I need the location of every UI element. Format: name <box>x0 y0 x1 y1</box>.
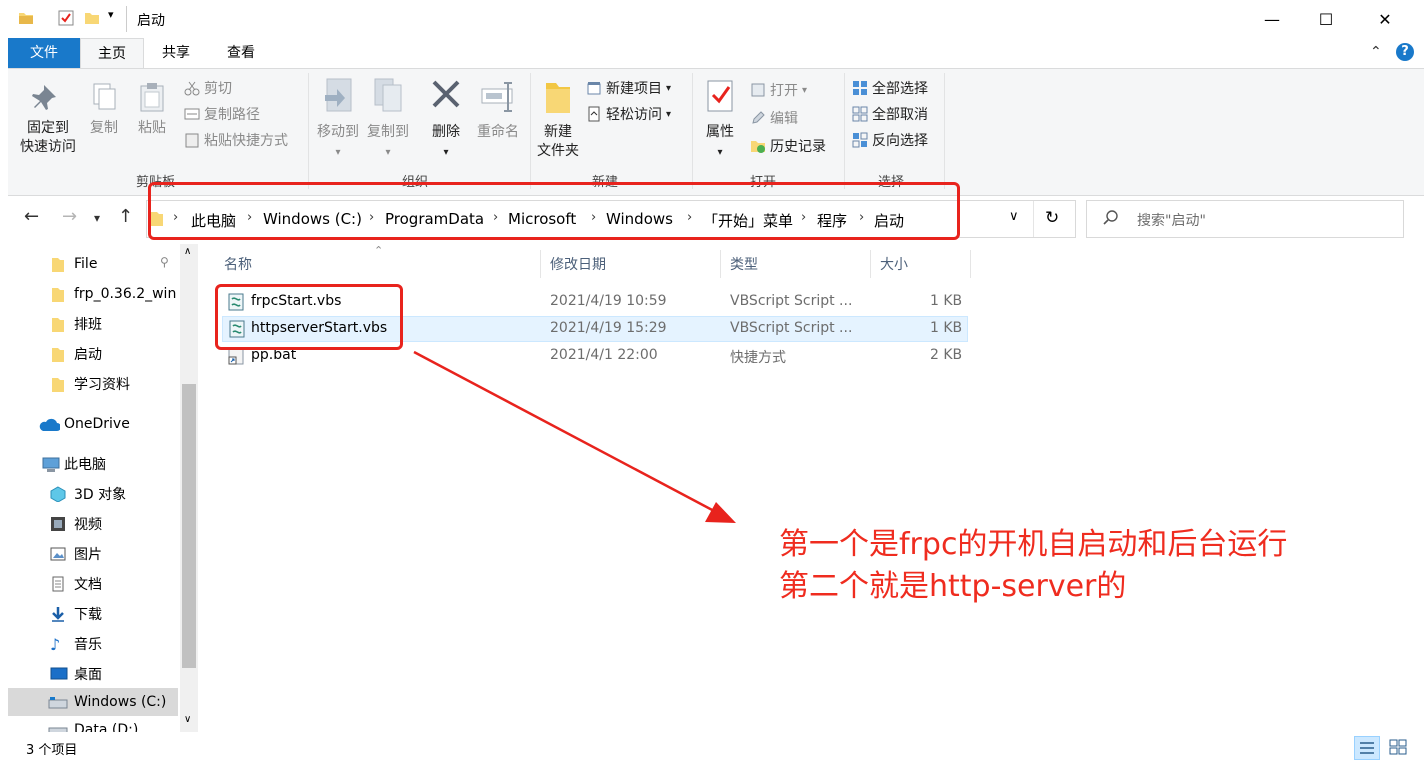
annotation-arrow <box>413 350 736 523</box>
annotation-line-1: 第一个是frpc的开机自启动和后台运行 <box>779 527 1288 562</box>
annotation-line-2: 第二个就是http-server的 <box>779 569 1127 604</box>
